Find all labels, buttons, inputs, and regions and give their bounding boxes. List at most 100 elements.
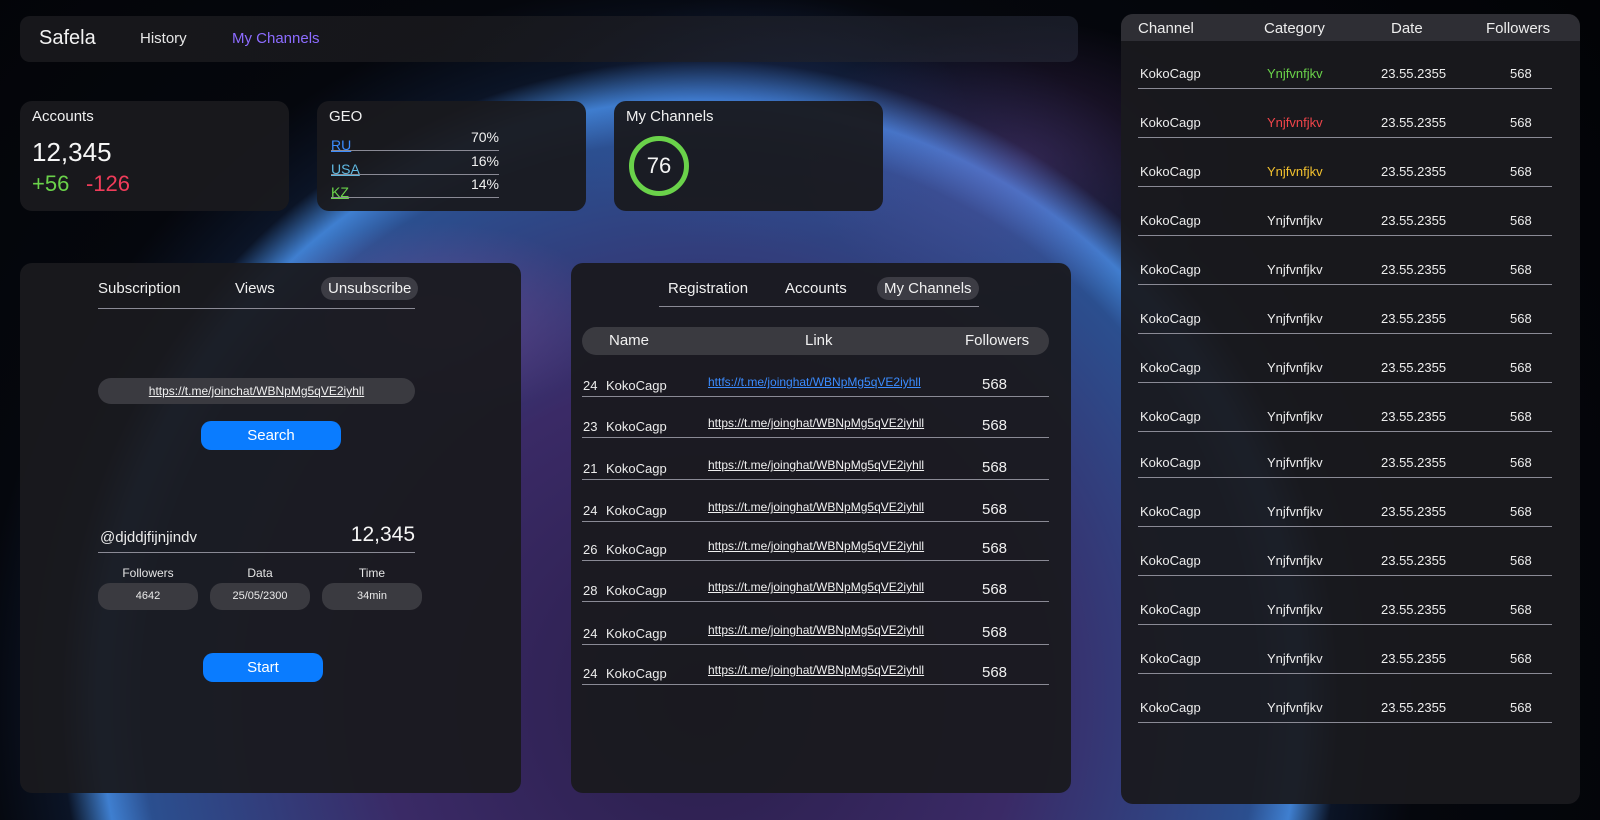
row-link[interactable]: httfs://t.me/joinghat/WBNpMg5qVE2iyhll xyxy=(708,375,921,389)
row-category: Ynjfvnfjkv xyxy=(1267,311,1323,326)
nav-link-my-channels[interactable]: My Channels xyxy=(232,30,320,47)
row-channel: KokoCagp xyxy=(1140,504,1201,519)
my-channels-card-title: My Channels xyxy=(626,108,714,125)
row-number: 24 xyxy=(583,626,598,641)
geo-country-link[interactable]: RU xyxy=(331,137,351,153)
tab-registration[interactable]: Registration xyxy=(661,277,755,300)
table-row[interactable]: KokoCagp Ynjfvnfjkv 23.55.2355 568 xyxy=(1138,159,1552,187)
row-name: KokoCagp xyxy=(606,666,667,681)
row-followers: 568 xyxy=(1510,700,1532,715)
table-row[interactable]: 24 KokoCagp https://t.me/joinghat/WBNpMg5q… xyxy=(582,619,1049,645)
row-followers: 568 xyxy=(982,624,1008,641)
registration-tabs: Registration Accounts My Channels xyxy=(659,273,979,307)
table-row[interactable]: 23 KokoCagp https://t.me/joinghat/WBNpMg5q… xyxy=(582,412,1049,438)
column-header-channel[interactable]: Channel xyxy=(1138,20,1194,37)
row-link[interactable]: https://t.me/joinghat/WBNpMg5qVE2iyhll xyxy=(708,458,924,472)
row-followers: 568 xyxy=(1510,115,1532,130)
channel-url-input[interactable]: https://t.me/joinchat/WBNpMg5qVE2iyhll xyxy=(98,378,415,404)
table-row[interactable]: 24 KokoCagp httfs://t.me/joinghat/WBNpMg5q… xyxy=(582,371,1049,397)
table-row[interactable]: 21 KokoCagp https://t.me/joinghat/WBNpMg5q… xyxy=(582,454,1049,480)
row-followers: 568 xyxy=(982,501,1008,518)
table-row[interactable]: KokoCagp Ynjfvnfjkv 23.55.2355 568 xyxy=(1138,355,1552,383)
column-header-date[interactable]: Date xyxy=(1391,20,1423,37)
row-followers: 568 xyxy=(1510,311,1532,326)
row-followers: 568 xyxy=(982,376,1008,393)
tab-subscription[interactable]: Subscription xyxy=(91,277,188,300)
row-category: Ynjfvnfjkv xyxy=(1267,360,1323,375)
start-button[interactable]: Start xyxy=(203,653,323,682)
subscription-panel: Subscription Views Unsubscribe https://t… xyxy=(20,263,521,793)
geo-row: USA 16% xyxy=(331,153,499,177)
top-nav: Safela History My Channels xyxy=(20,16,1078,62)
row-link[interactable]: https://t.me/joinghat/WBNpMg5qVE2iyhll xyxy=(708,539,924,553)
tab-unsubscribe[interactable]: Unsubscribe xyxy=(321,277,419,300)
row-date: 23.55.2355 xyxy=(1381,700,1447,715)
table-row[interactable]: KokoCagp Ynjfvnfjkv 23.55.2355 568 xyxy=(1138,208,1552,236)
row-link[interactable]: https://t.me/joinghat/WBNpMg5qVE2iyhll xyxy=(708,580,924,594)
subscription-tabs: Subscription Views Unsubscribe xyxy=(98,273,419,309)
column-header-link[interactable]: Link xyxy=(805,332,833,349)
row-link[interactable]: https://t.me/joinghat/WBNpMg5qVE2iyhll xyxy=(708,416,924,430)
row-number: 28 xyxy=(583,583,598,598)
row-channel: KokoCagp xyxy=(1140,115,1201,130)
column-header-category[interactable]: Category xyxy=(1264,20,1325,37)
row-category: Ynjfvnfjkv xyxy=(1267,115,1323,130)
table-row[interactable]: KokoCagp Ynjfvnfjkv 23.55.2355 568 xyxy=(1138,499,1552,527)
row-date: 23.55.2355 xyxy=(1381,115,1447,130)
table-row[interactable]: KokoCagp Ynjfvnfjkv 23.55.2355 568 xyxy=(1138,61,1552,89)
row-date: 23.55.2355 xyxy=(1381,213,1447,228)
tab-accounts[interactable]: Accounts xyxy=(778,277,854,300)
tab-views[interactable]: Views xyxy=(228,277,282,300)
table-row[interactable]: KokoCagp Ynjfvnfjkv 23.55.2355 568 xyxy=(1138,306,1552,334)
column-header-name[interactable]: Name xyxy=(609,332,649,349)
channels-table-header: Channel Category Date Followers xyxy=(1121,14,1580,41)
row-number: 26 xyxy=(583,542,598,557)
my-channels-card: My Channels 76 xyxy=(614,101,883,211)
accounts-card: Accounts 12,345 +56 -126 xyxy=(20,101,289,211)
table-row[interactable]: 26 KokoCagp https://t.me/joinghat/WBNpMg5q… xyxy=(582,535,1049,561)
row-category: Ynjfvnfjkv xyxy=(1267,213,1323,228)
row-link[interactable]: https://t.me/joinghat/WBNpMg5qVE2iyhll xyxy=(708,623,924,637)
row-date: 23.55.2355 xyxy=(1381,409,1447,424)
row-channel: KokoCagp xyxy=(1140,66,1201,81)
row-category: Ynjfvnfjkv xyxy=(1267,262,1323,277)
geo-country-link[interactable]: KZ xyxy=(331,184,349,200)
geo-card: GEO RU 70% USA 16% KZ 14% xyxy=(317,101,586,211)
row-channel: KokoCagp xyxy=(1140,311,1201,326)
row-name: KokoCagp xyxy=(606,461,667,476)
row-channel: KokoCagp xyxy=(1140,602,1201,617)
row-followers: 568 xyxy=(982,459,1008,476)
accounts-decrease: -126 xyxy=(86,171,131,196)
row-link[interactable]: https://t.me/joinghat/WBNpMg5qVE2iyhll xyxy=(708,663,924,677)
column-header-followers[interactable]: Followers xyxy=(965,332,1029,349)
table-row[interactable]: KokoCagp Ynjfvnfjkv 23.55.2355 568 xyxy=(1138,110,1552,138)
search-button[interactable]: Search xyxy=(201,421,341,450)
table-row[interactable]: KokoCagp Ynjfvnfjkv 23.55.2355 568 xyxy=(1138,597,1552,625)
geo-country-link[interactable]: USA xyxy=(331,161,360,177)
tab-my-channels[interactable]: My Channels xyxy=(877,277,979,300)
table-row[interactable]: KokoCagp Ynjfvnfjkv 23.55.2355 568 xyxy=(1138,548,1552,576)
table-row[interactable]: 24 KokoCagp https://t.me/joinghat/WBNpMg5q… xyxy=(582,659,1049,685)
table-row[interactable]: KokoCagp Ynjfvnfjkv 23.55.2355 568 xyxy=(1138,646,1552,674)
row-date: 23.55.2355 xyxy=(1381,262,1447,277)
row-name: KokoCagp xyxy=(606,503,667,518)
row-date: 23.55.2355 xyxy=(1381,66,1447,81)
row-followers: 568 xyxy=(982,540,1008,557)
nav-link-history[interactable]: History xyxy=(140,30,187,47)
table-row[interactable]: 24 KokoCagp https://t.me/joinghat/WBNpMg5q… xyxy=(582,496,1049,522)
row-number: 24 xyxy=(583,503,598,518)
brand-logo: Safela xyxy=(39,27,96,49)
geo-row: RU 70% xyxy=(331,129,499,153)
column-header-followers[interactable]: Followers xyxy=(1486,20,1550,37)
table-row[interactable]: KokoCagp Ynjfvnfjkv 23.55.2355 568 xyxy=(1138,257,1552,285)
row-link[interactable]: https://t.me/joinghat/WBNpMg5qVE2iyhll xyxy=(708,500,924,514)
row-date: 23.55.2355 xyxy=(1381,311,1447,326)
table-row[interactable]: KokoCagp Ynjfvnfjkv 23.55.2355 568 xyxy=(1138,695,1552,723)
row-followers: 568 xyxy=(1510,213,1532,228)
table-row[interactable]: KokoCagp Ynjfvnfjkv 23.55.2355 568 xyxy=(1138,404,1552,432)
row-channel: KokoCagp xyxy=(1140,164,1201,179)
table-row[interactable]: 28 KokoCagp https://t.me/joinghat/WBNpMg5q… xyxy=(582,576,1049,602)
row-followers: 568 xyxy=(1510,262,1532,277)
row-category: Ynjfvnfjkv xyxy=(1267,700,1323,715)
table-row[interactable]: KokoCagp Ynjfvnfjkv 23.55.2355 568 xyxy=(1138,450,1552,478)
